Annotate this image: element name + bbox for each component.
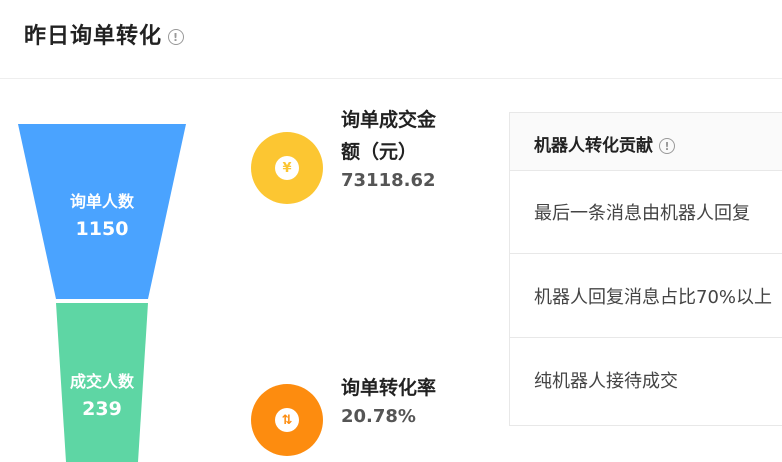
up-down-arrows-icon: ⇅ [251,384,323,456]
metric-conversion-rate: 询单转化率 20.78% [341,372,441,427]
yen-icon-glyph: ¥ [275,156,299,180]
funnel-stage-inquiry-label: 询单人数 [69,192,134,211]
info-icon[interactable]: ! [168,29,185,45]
page-title-text: 昨日询单转化 [24,24,163,49]
metric-inquiry-amount: 询单成交金额（元） 73118.62 [341,104,441,191]
funnel-stage-deal-value: 239 [82,398,122,420]
contribution-row: 机器人回复消息占比70%以上 [510,255,782,338]
conversion-funnel: 询单人数 1150 成交人数 239 [18,124,186,462]
info-icon[interactable]: ! [659,138,675,154]
contribution-row: 最后一条消息由机器人回复 [510,171,782,254]
contribution-row-label: 机器人回复消息占比70%以上 [534,287,773,308]
metric-conversion-rate-label: 询单转化率 [341,377,437,399]
yen-icon: ¥ [251,132,323,204]
funnel-stage-inquiry-value: 1150 [75,218,129,240]
page-title: 昨日询单转化! [24,18,185,50]
metric-inquiry-amount-value: 73118.62 [341,170,436,191]
page-header: 昨日询单转化! [0,0,782,79]
metric-inquiry-amount-label: 询单成交金额（元） [341,109,437,163]
robot-contribution-panel: 机器人转化贡献! 最后一条消息由机器人回复 机器人回复消息占比70%以上 纯机器… [509,112,782,426]
contribution-row-label: 最后一条消息由机器人回复 [534,203,750,224]
metric-conversion-rate-value: 20.78% [341,406,416,427]
funnel-stage-inquiry: 询单人数 1150 [18,188,186,240]
contribution-row-label: 纯机器人接待成交 [534,371,678,392]
funnel-stage-deal: 成交人数 239 [18,368,186,420]
robot-contribution-header: 机器人转化贡献! [510,113,782,171]
robot-contribution-title-text: 机器人转化贡献 [534,136,653,156]
funnel-stage-deal-label: 成交人数 [69,372,134,391]
robot-contribution-title: 机器人转化贡献! [534,131,675,156]
contribution-row: 纯机器人接待成交 [510,339,782,422]
up-down-arrows-icon-glyph: ⇅ [275,408,299,432]
